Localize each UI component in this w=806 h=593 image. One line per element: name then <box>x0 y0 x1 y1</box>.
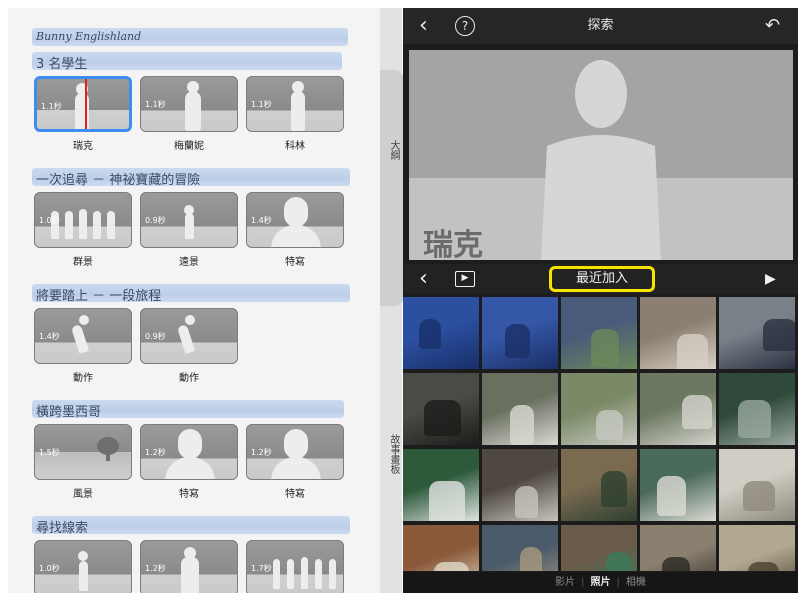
clip-label: 遠景 <box>179 257 199 268</box>
clip-placeholder[interactable]: 0.9秒 <box>140 192 238 248</box>
tab-video[interactable]: 影片 <box>555 577 575 588</box>
photo-thumbnail[interactable] <box>640 525 716 571</box>
help-icon[interactable]: ? <box>455 16 475 36</box>
clip-label: 瑞克 <box>73 141 93 152</box>
section-title[interactable]: 一次追尋 － 神祕寶藏的冒險 <box>36 169 200 188</box>
clip-label: 梅蘭妮 <box>174 141 204 152</box>
section-title[interactable]: 尋找線索 <box>36 517 88 536</box>
photo-thumbnail[interactable] <box>640 297 716 369</box>
play-icon[interactable]: ▶ <box>765 264 776 294</box>
playhead <box>85 79 87 129</box>
outline-tab-handle[interactable] <box>380 70 404 306</box>
clip-placeholder[interactable]: 1.1秒 <box>34 76 132 132</box>
photo-thumbnail[interactable] <box>482 297 558 369</box>
photo-thumbnail[interactable] <box>403 449 479 521</box>
photo-thumbnail[interactable] <box>640 373 716 445</box>
photo-thumbnail[interactable] <box>640 449 716 521</box>
album-title[interactable]: 最近加入 <box>549 266 655 292</box>
clip-placeholder[interactable]: 1.5秒 <box>34 424 132 480</box>
clip-label: 動作 <box>73 373 93 384</box>
photo-thumbnail[interactable] <box>719 297 795 369</box>
photo-thumbnail[interactable] <box>403 297 479 369</box>
clip-placeholder[interactable]: 1.1秒 <box>246 76 344 132</box>
clip-placeholder[interactable]: 1.4秒 <box>34 308 132 364</box>
clip-label: 特寫 <box>285 489 305 500</box>
play-preview-icon[interactable]: ▶ <box>455 271 475 287</box>
photo-thumbnail[interactable] <box>561 373 637 445</box>
clip-label: 風景 <box>73 489 93 500</box>
tab-camera[interactable]: 相機 <box>626 577 646 588</box>
photo-thumbnail[interactable] <box>482 373 558 445</box>
imovie-trailer-editor: Bunny Englishland 3 名學生 1.1秒 瑞克 1.1秒 梅蘭妮… <box>0 0 806 593</box>
clip-label: 特寫 <box>285 257 305 268</box>
clip-label: 動作 <box>179 373 199 384</box>
clip-preview[interactable]: 瑞克 <box>409 50 793 260</box>
photo-thumbnail[interactable] <box>561 297 637 369</box>
tab-outline[interactable]: 大綱 <box>386 140 401 160</box>
tab-storyboard[interactable]: 故事畫板 <box>386 434 401 474</box>
album-label: 最近加入 <box>575 271 628 286</box>
photo-thumbnail[interactable] <box>719 373 795 445</box>
clip-placeholder[interactable]: 1.1秒 <box>140 76 238 132</box>
clip-label: 群景 <box>73 257 93 268</box>
clip-placeholder[interactable]: 0.9秒 <box>140 308 238 364</box>
clip-placeholder[interactable]: 1.2秒 <box>140 424 238 480</box>
brand-title: Bunny Englishland <box>36 30 142 43</box>
clip-placeholder[interactable]: 1.0秒 <box>34 540 132 593</box>
chevron-left-icon[interactable]: ‹ <box>419 264 428 294</box>
photo-thumbnail[interactable] <box>482 525 558 571</box>
clip-label: 特寫 <box>179 489 199 500</box>
clip-placeholder[interactable]: 1.0秒 <box>34 192 132 248</box>
media-panel: 探索 ‹ ? ↶ 瑞克 ‹ ▶ 最近加入 ▶ 影片 | 照片 | 相機 <box>403 8 798 593</box>
tab-photo[interactable]: 照片 <box>591 577 611 588</box>
photo-thumbnail[interactable] <box>561 449 637 521</box>
clip-placeholder[interactable]: 1.7秒 <box>246 540 344 593</box>
clip-placeholder[interactable]: 1.4秒 <box>246 192 344 248</box>
section-title[interactable]: 橫跨墨西哥 <box>36 401 101 420</box>
storyboard-panel[interactable]: Bunny Englishland 3 名學生 1.1秒 瑞克 1.1秒 梅蘭妮… <box>8 8 380 593</box>
clip-placeholder[interactable]: 1.2秒 <box>140 540 238 593</box>
media-navbar: ‹ ▶ 最近加入 ▶ <box>403 264 798 294</box>
photo-thumbnail[interactable] <box>719 525 795 571</box>
section-title[interactable]: 將要踏上 － 一段旅程 <box>36 285 161 304</box>
photo-thumbnail[interactable] <box>719 449 795 521</box>
preview-name: 瑞克 <box>423 228 483 260</box>
clip-placeholder[interactable]: 1.2秒 <box>246 424 344 480</box>
photo-grid <box>403 297 798 571</box>
photo-thumbnail[interactable] <box>482 449 558 521</box>
chevron-left-icon[interactable]: ‹ <box>419 8 428 44</box>
top-toolbar: 探索 ‹ ? ↶ <box>403 8 798 44</box>
photo-thumbnail[interactable] <box>403 525 479 571</box>
photo-thumbnail[interactable] <box>561 525 637 571</box>
undo-icon[interactable]: ↶ <box>765 8 780 44</box>
media-type-tabs: 影片 | 照片 | 相機 <box>403 572 798 593</box>
photo-thumbnail[interactable] <box>403 373 479 445</box>
clip-label: 科林 <box>285 141 305 152</box>
section-title[interactable]: 3 名學生 <box>36 53 87 72</box>
